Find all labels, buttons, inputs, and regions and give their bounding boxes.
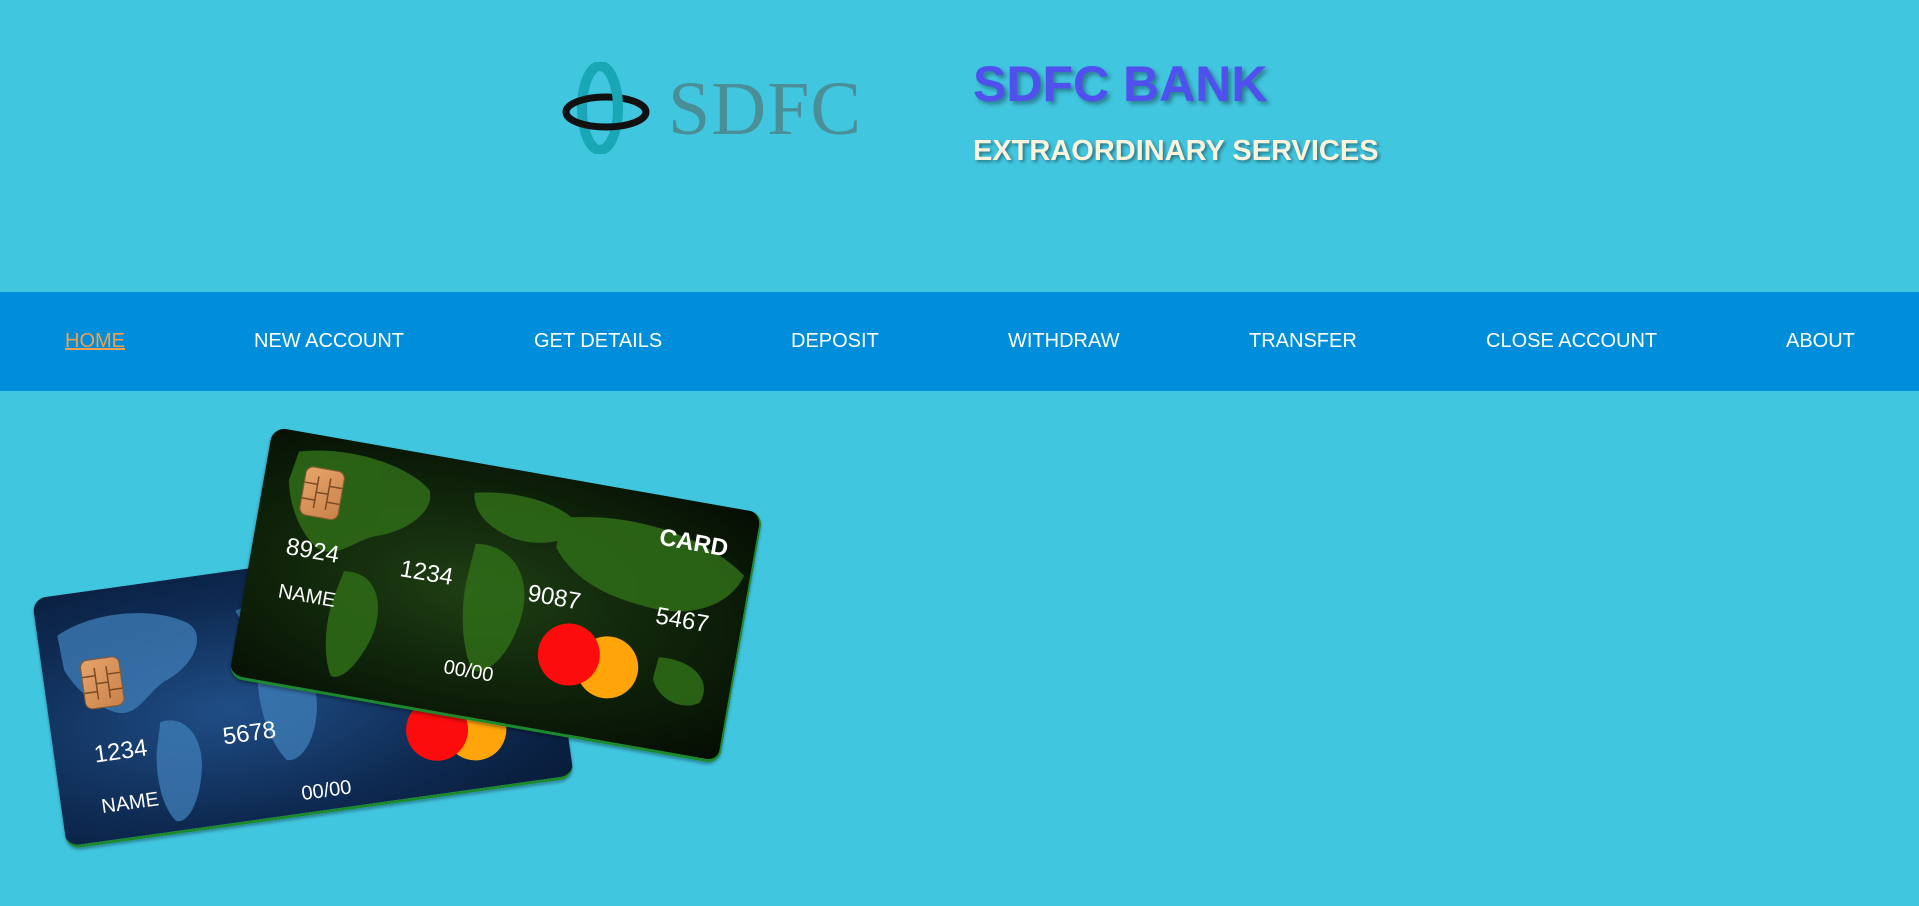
logo-wordmark: SDFC (668, 67, 863, 151)
page-tagline: EXTRAORDINARY SERVICES (973, 135, 1379, 167)
bank-logo[interactable]: SDFC (562, 61, 861, 155)
nav-home[interactable]: HOME (65, 292, 125, 391)
page-title: SDFC BANK (973, 56, 1268, 112)
nav-transfer[interactable]: TRANSFER (1249, 292, 1357, 391)
page: SDFC SDFC BANK EXTRAORDINARY SERVICES HO… (0, 0, 1919, 906)
logo-ring-icon (562, 61, 650, 155)
nav-about[interactable]: ABOUT (1786, 292, 1855, 391)
nav-new-account[interactable]: NEW ACCOUNT (254, 292, 404, 391)
nav-withdraw[interactable]: WITHDRAW (1008, 292, 1119, 391)
nav-close-account[interactable]: CLOSE ACCOUNT (1486, 292, 1657, 391)
main-nav: HOME NEW ACCOUNT GET DETAILS DEPOSIT WIT… (0, 292, 1919, 391)
card-chip-icon (78, 655, 126, 711)
nav-get-details[interactable]: GET DETAILS (534, 292, 662, 391)
card-chip-icon (298, 465, 347, 522)
nav-deposit[interactable]: DEPOSIT (791, 292, 879, 391)
